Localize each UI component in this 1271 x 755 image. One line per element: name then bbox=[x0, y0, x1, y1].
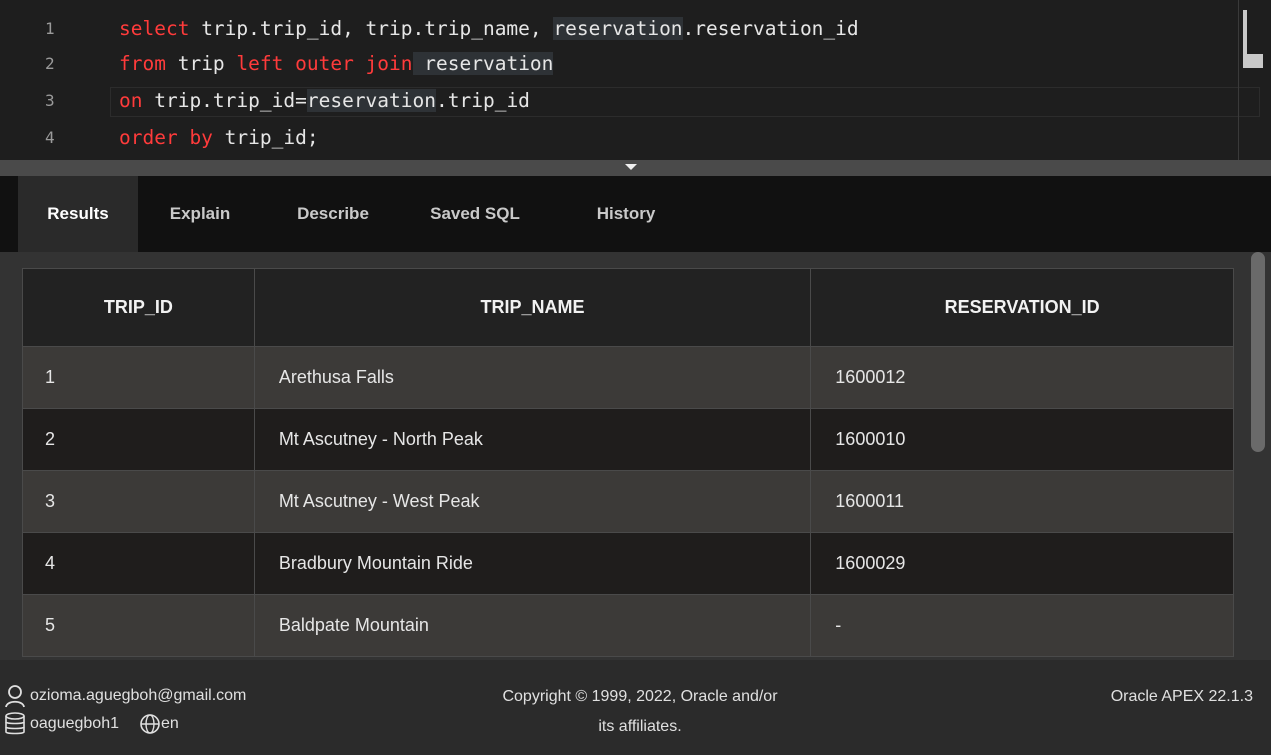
collapse-arrow-icon[interactable] bbox=[625, 164, 637, 170]
line-number: 4 bbox=[45, 128, 55, 147]
code-text[interactable]: on trip.trip_id=reservation.trip_id bbox=[119, 86, 530, 116]
line-number: 1 bbox=[45, 19, 55, 38]
language-selector[interactable]: en bbox=[139, 710, 179, 738]
code-line-4[interactable]: 4 order by trip_id; bbox=[0, 123, 1271, 153]
code-text[interactable]: select trip.trip_id, trip.trip_name, res… bbox=[119, 14, 859, 44]
footer: ozioma.aguegboh@gmail.com oaguegboh1 en … bbox=[0, 660, 1271, 755]
results-table: TRIP_ID TRIP_NAME RESERVATION_ID 1 Areth… bbox=[22, 268, 1234, 657]
code-token: trip.trip_id= bbox=[142, 89, 307, 112]
cell-reservation-id: 1600011 bbox=[810, 470, 1234, 533]
results-scrollbar-thumb[interactable] bbox=[1251, 252, 1265, 452]
cell-trip-id: 2 bbox=[22, 408, 255, 471]
cell-reservation-id: - bbox=[810, 594, 1234, 657]
code-line-2[interactable]: 2 from trip left outer join reservation bbox=[0, 49, 1271, 79]
column-header-trip-id[interactable]: TRIP_ID bbox=[22, 268, 255, 347]
table-row: 4 Bradbury Mountain Ride 1600029 bbox=[22, 532, 1234, 595]
cell-trip-id: 4 bbox=[22, 532, 255, 595]
column-header-trip-name[interactable]: TRIP_NAME bbox=[253, 268, 812, 347]
keyword-token: order by bbox=[119, 126, 213, 149]
keyword-token: from bbox=[119, 52, 166, 75]
editor-results-splitter[interactable] bbox=[0, 160, 1271, 176]
line-number: 3 bbox=[45, 91, 55, 110]
results-panel: TRIP_ID TRIP_NAME RESERVATION_ID 1 Areth… bbox=[0, 252, 1271, 660]
user-info: ozioma.aguegboh@gmail.com oaguegboh1 en bbox=[4, 682, 246, 738]
cell-reservation-id: 1600012 bbox=[810, 346, 1234, 409]
user-icon bbox=[4, 684, 26, 708]
code-text[interactable]: from trip left outer join reservation bbox=[119, 49, 554, 79]
table-header-row: TRIP_ID TRIP_NAME RESERVATION_ID bbox=[22, 268, 1234, 347]
cell-reservation-id: 1600029 bbox=[810, 532, 1234, 595]
tab-history[interactable]: History bbox=[576, 176, 676, 252]
results-tabs: Results Explain Describe Saved SQL Histo… bbox=[0, 176, 1271, 252]
highlighted-token: reservation bbox=[412, 52, 554, 75]
database-icon bbox=[4, 712, 26, 736]
tab-describe[interactable]: Describe bbox=[270, 176, 396, 252]
table-row: 3 Mt Ascutney - West Peak 1600011 bbox=[22, 470, 1234, 533]
sql-editor[interactable]: 1 select trip.trip_id, trip.trip_name, r… bbox=[0, 0, 1271, 160]
code-text[interactable]: order by trip_id; bbox=[119, 123, 319, 153]
code-token: .trip_id bbox=[436, 89, 530, 112]
keyword-token: select bbox=[119, 17, 190, 40]
cell-trip-id: 1 bbox=[22, 346, 255, 409]
tab-saved-sql[interactable]: Saved SQL bbox=[410, 176, 540, 252]
cell-reservation-id: 1600010 bbox=[810, 408, 1234, 471]
app-version: Oracle APEX 22.1.3 bbox=[1110, 688, 1253, 705]
cell-trip-id: 5 bbox=[22, 594, 255, 657]
language-label: en bbox=[160, 715, 179, 732]
keyword-token: left outer join bbox=[236, 52, 413, 75]
editor-scrollbar-thumb[interactable] bbox=[1243, 10, 1263, 68]
code-token: .reservation_id bbox=[682, 17, 859, 40]
column-header-reservation-id[interactable]: RESERVATION_ID bbox=[810, 268, 1234, 347]
cell-trip-name: Bradbury Mountain Ride bbox=[253, 532, 812, 595]
cell-trip-name: Arethusa Falls bbox=[253, 346, 812, 409]
table-row: 5 Baldpate Mountain - bbox=[22, 594, 1234, 657]
editor-scrollbar[interactable] bbox=[1238, 0, 1271, 160]
tab-results[interactable]: Results bbox=[18, 176, 138, 252]
code-token: trip_id; bbox=[212, 126, 319, 149]
code-line-3[interactable]: 3 on trip.trip_id=reservation.trip_id bbox=[0, 86, 1271, 116]
globe-icon bbox=[139, 713, 161, 735]
table-row: 2 Mt Ascutney - North Peak 1600010 bbox=[22, 408, 1234, 471]
workspace-name: oaguegboh1 bbox=[30, 715, 119, 732]
copyright-line-1: Copyright © 1999, 2022, Oracle and/or bbox=[502, 688, 778, 705]
copyright: Copyright © 1999, 2022, Oracle and/or it… bbox=[440, 682, 840, 742]
code-line-1[interactable]: 1 select trip.trip_id, trip.trip_name, r… bbox=[0, 14, 1271, 44]
user-email: ozioma.aguegboh@gmail.com bbox=[30, 687, 247, 704]
cell-trip-name: Baldpate Mountain bbox=[253, 594, 812, 657]
table-row: 1 Arethusa Falls 1600012 bbox=[22, 346, 1234, 409]
cell-trip-name: Mt Ascutney - West Peak bbox=[253, 470, 812, 533]
cell-trip-name: Mt Ascutney - North Peak bbox=[253, 408, 812, 471]
code-token: trip.trip_id, trip.trip_name, bbox=[189, 17, 554, 40]
copyright-line-2: its affiliates. bbox=[598, 718, 682, 735]
highlighted-token: reservation bbox=[553, 17, 683, 40]
tab-explain[interactable]: Explain bbox=[150, 176, 250, 252]
keyword-token: on bbox=[119, 89, 143, 112]
highlighted-token: reservation bbox=[306, 89, 436, 112]
line-number: 2 bbox=[45, 54, 55, 73]
cell-trip-id: 3 bbox=[22, 470, 255, 533]
code-token: trip bbox=[165, 52, 237, 75]
results-scrollbar[interactable] bbox=[1251, 252, 1265, 452]
